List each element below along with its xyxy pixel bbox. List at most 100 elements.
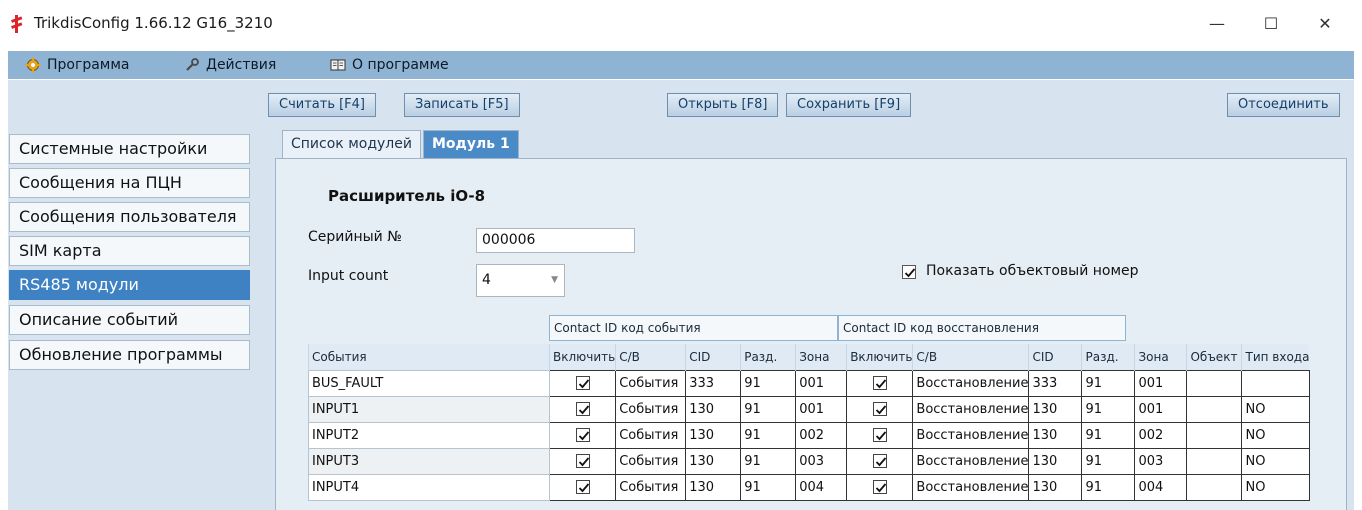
zone-restore-cell[interactable]: 004 xyxy=(1134,473,1188,501)
enable-event-checkbox[interactable] xyxy=(548,447,617,475)
tab-modules-list[interactable]: Список модулей xyxy=(282,130,421,158)
cb-restore-cell[interactable]: Восстановление xyxy=(912,421,1030,449)
checkbox[interactable] xyxy=(575,402,590,416)
checkbox[interactable] xyxy=(872,402,887,416)
zone-event-cell[interactable]: 003 xyxy=(795,447,848,475)
checkbox[interactable] xyxy=(872,376,887,390)
zone-restore-cell[interactable]: 003 xyxy=(1134,447,1188,475)
partition-event-cell[interactable]: 91 xyxy=(740,369,797,397)
col-zone-event[interactable]: Зона xyxy=(795,344,847,370)
checkbox[interactable] xyxy=(872,428,887,442)
enable-event-checkbox[interactable] xyxy=(548,369,617,397)
object-cell[interactable] xyxy=(1186,395,1243,423)
input-type-cell[interactable]: NO xyxy=(1241,421,1310,449)
object-cell[interactable] xyxy=(1186,447,1243,475)
cb-event-cell[interactable]: События xyxy=(615,395,687,423)
partition-event-cell[interactable]: 91 xyxy=(740,421,797,449)
sidebar-item-cms-messages[interactable]: Сообщения на ПЦН xyxy=(9,168,250,198)
enable-restore-checkbox[interactable] xyxy=(846,473,914,501)
zone-event-cell[interactable]: 001 xyxy=(795,369,848,397)
col-cb-restore[interactable]: C/B xyxy=(912,344,1029,370)
col-enable-restore[interactable]: Включить xyxy=(846,344,913,370)
show-object-number-checkbox[interactable] xyxy=(902,265,916,279)
enable-restore-checkbox[interactable] xyxy=(846,447,914,475)
cid-event-cell[interactable]: 130 xyxy=(685,447,742,475)
checkbox[interactable] xyxy=(872,480,887,494)
enable-restore-checkbox[interactable] xyxy=(846,369,914,397)
cb-event-cell[interactable]: События xyxy=(615,421,687,449)
open-button[interactable]: Открыть [F8] xyxy=(667,93,779,117)
col-enable-event[interactable]: Включить xyxy=(548,344,616,370)
object-cell[interactable] xyxy=(1186,421,1243,449)
checkbox[interactable] xyxy=(575,454,590,468)
menu-actions[interactable]: Действия xyxy=(184,51,276,79)
enable-restore-checkbox[interactable] xyxy=(846,395,914,423)
minimize-button[interactable]: — xyxy=(1194,8,1240,40)
cb-event-cell[interactable]: События xyxy=(615,473,687,501)
checkbox[interactable] xyxy=(872,454,887,468)
event-name-cell[interactable]: INPUT4 xyxy=(308,473,550,501)
input-type-cell[interactable] xyxy=(1241,369,1310,397)
cid-restore-cell[interactable]: 130 xyxy=(1028,473,1083,501)
object-cell[interactable] xyxy=(1186,369,1243,397)
tab-module-1[interactable]: Модуль 1 xyxy=(423,130,519,158)
object-cell[interactable] xyxy=(1186,473,1243,501)
sidebar-item-firmware-update[interactable]: Обновление программы xyxy=(9,340,250,370)
event-name-cell[interactable]: BUS_FAULT xyxy=(308,369,550,397)
cid-event-cell[interactable]: 333 xyxy=(685,369,742,397)
zone-restore-cell[interactable]: 001 xyxy=(1134,369,1188,397)
cid-restore-cell[interactable]: 130 xyxy=(1028,395,1083,423)
partition-restore-cell[interactable]: 91 xyxy=(1081,421,1136,449)
col-cid-restore[interactable]: CID xyxy=(1028,344,1082,370)
enable-event-checkbox[interactable] xyxy=(548,395,617,423)
read-button[interactable]: Считать [F4] xyxy=(268,93,377,117)
enable-event-checkbox[interactable] xyxy=(548,473,617,501)
cb-restore-cell[interactable]: Восстановление xyxy=(912,369,1030,397)
cb-event-cell[interactable]: События xyxy=(615,369,687,397)
save-button[interactable]: Сохранить [F9] xyxy=(786,93,912,117)
input-count-select[interactable]: 4 ▼ xyxy=(476,264,565,297)
cb-event-cell[interactable]: События xyxy=(615,447,687,475)
zone-event-cell[interactable]: 004 xyxy=(795,473,848,501)
sidebar-item-rs485-modules[interactable]: RS485 модули xyxy=(9,270,250,300)
event-name-cell[interactable]: INPUT2 xyxy=(308,421,550,449)
partition-restore-cell[interactable]: 91 xyxy=(1081,369,1136,397)
cb-restore-cell[interactable]: Восстановление xyxy=(912,473,1030,501)
zone-restore-cell[interactable]: 002 xyxy=(1134,421,1188,449)
enable-restore-checkbox[interactable] xyxy=(846,421,914,449)
disconnect-button[interactable]: Отсоединить xyxy=(1227,93,1340,117)
col-events[interactable]: События xyxy=(308,344,550,370)
partition-event-cell[interactable]: 91 xyxy=(740,395,797,423)
menu-program[interactable]: Программа xyxy=(25,51,130,79)
close-button[interactable]: ✕ xyxy=(1302,8,1348,40)
input-type-cell[interactable]: NO xyxy=(1241,447,1310,475)
menu-about[interactable]: О программе xyxy=(330,51,449,79)
maximize-button[interactable]: ☐ xyxy=(1248,8,1294,40)
cid-event-cell[interactable]: 130 xyxy=(685,473,742,501)
checkbox[interactable] xyxy=(575,428,590,442)
partition-event-cell[interactable]: 91 xyxy=(740,473,797,501)
col-partition-restore[interactable]: Разд. xyxy=(1081,344,1135,370)
partition-restore-cell[interactable]: 91 xyxy=(1081,473,1136,501)
partition-restore-cell[interactable]: 91 xyxy=(1081,395,1136,423)
input-type-cell[interactable]: NO xyxy=(1241,395,1310,423)
cid-event-cell[interactable]: 130 xyxy=(685,395,742,423)
sidebar-item-system-settings[interactable]: Системные настройки xyxy=(9,134,250,164)
col-cb-event[interactable]: C/B xyxy=(615,344,686,370)
cb-restore-cell[interactable]: Восстановление xyxy=(912,447,1030,475)
serial-number-field[interactable]: 000006 xyxy=(476,228,635,253)
cid-restore-cell[interactable]: 130 xyxy=(1028,447,1083,475)
checkbox[interactable] xyxy=(575,376,590,390)
col-object[interactable]: Объект xyxy=(1186,344,1242,370)
zone-restore-cell[interactable]: 001 xyxy=(1134,395,1188,423)
cid-restore-cell[interactable]: 333 xyxy=(1028,369,1083,397)
sidebar-item-sim-card[interactable]: SIM карта xyxy=(9,236,250,266)
checkbox[interactable] xyxy=(575,480,590,494)
col-input-type[interactable]: Тип входа xyxy=(1241,344,1310,370)
partition-restore-cell[interactable]: 91 xyxy=(1081,447,1136,475)
event-name-cell[interactable]: INPUT1 xyxy=(308,395,550,423)
col-partition-event[interactable]: Разд. xyxy=(740,344,796,370)
cid-event-cell[interactable]: 130 xyxy=(685,421,742,449)
enable-event-checkbox[interactable] xyxy=(548,421,617,449)
col-cid-event[interactable]: CID xyxy=(685,344,741,370)
